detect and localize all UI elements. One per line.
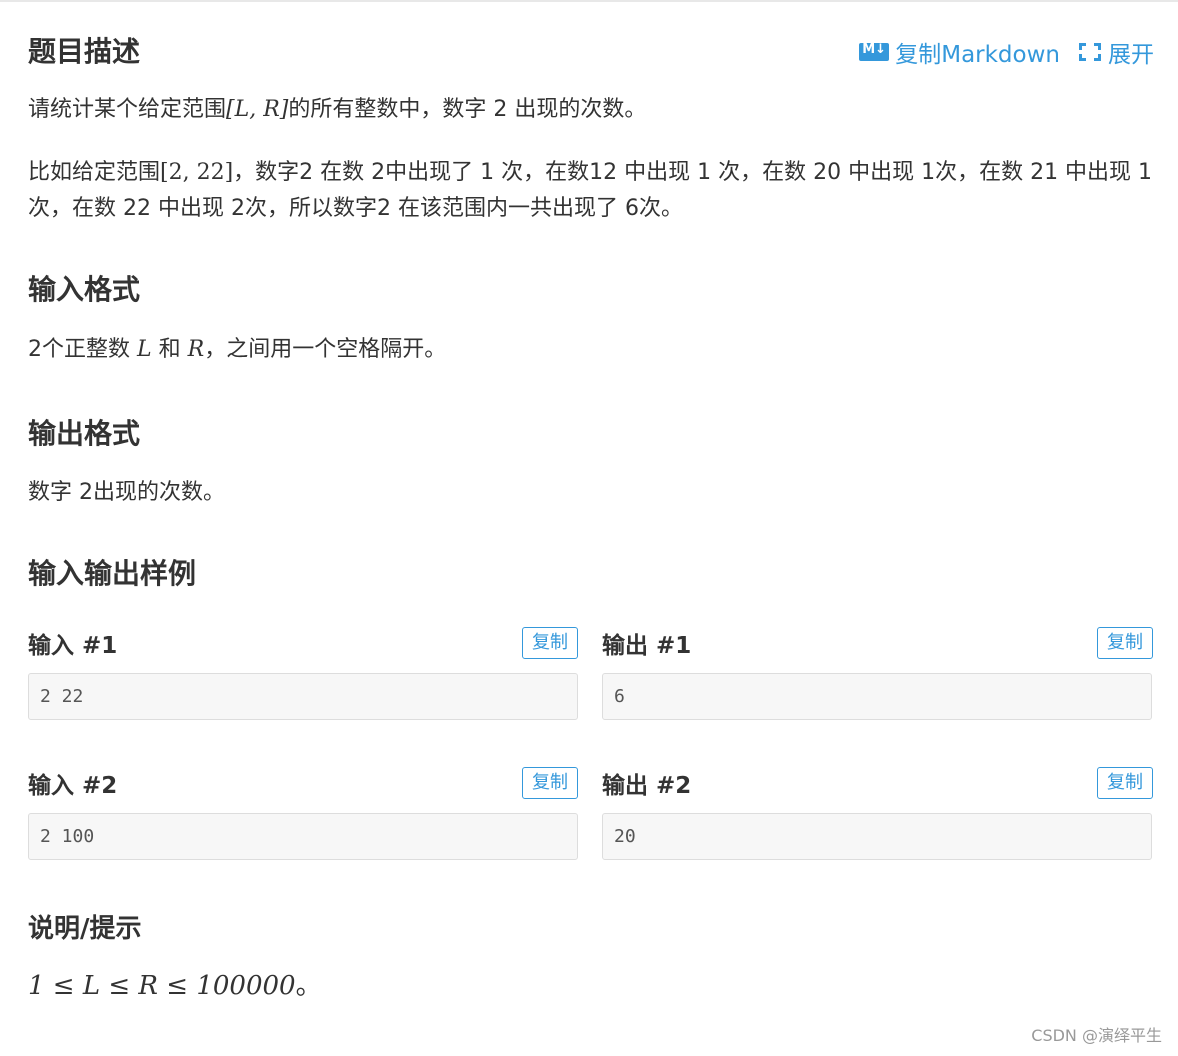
copy-input-1-button[interactable]: 复制 <box>522 627 578 659</box>
input-format-title: 输入格式 <box>28 273 141 306</box>
hint-title: 说明/提示 <box>28 914 142 944</box>
description-paragraph-2: 比如给定范围[2, 22]，数字2 在数 2中出现了 1 次，在数12 中出现 … <box>28 160 1153 221</box>
copy-input-2-button[interactable]: 复制 <box>522 767 578 799</box>
sample-output-1: 6 <box>602 673 1152 720</box>
expand-button[interactable]: 展开 <box>1078 35 1154 69</box>
markdown-icon <box>859 42 890 61</box>
samples-title: 输入输出样例 <box>28 557 197 590</box>
sample-input-label-1: 输入 #1 <box>28 633 118 659</box>
toolbar: 复制Markdown 展开 <box>859 30 1154 74</box>
description-header: 题目描述 复制Markdown 展开 <box>28 30 1154 74</box>
expand-icon <box>1078 41 1102 63</box>
csdn-watermark: CSDN @演绎平生 <box>1031 1026 1162 1045</box>
expand-label: 展开 <box>1108 42 1154 68</box>
sample-input-label-2: 输入 #2 <box>28 773 118 799</box>
sample-input-1: 2 22 <box>28 673 578 720</box>
sample-output-label-2: 输出 #2 <box>602 773 692 799</box>
description-paragraph-1: 请统计某个给定范围[L, R]的所有整数中，数字 2 出现的次数。 <box>28 97 647 122</box>
output-format-title: 输出格式 <box>28 417 141 450</box>
copy-output-1-button[interactable]: 复制 <box>1097 627 1153 659</box>
copy-output-2-button[interactable]: 复制 <box>1097 767 1153 799</box>
top-divider <box>0 0 1178 2</box>
output-format-text: 数字 2出现的次数。 <box>28 480 225 505</box>
constraint-math: 1 ≤ L ≤ R ≤ 100000 <box>28 971 296 1001</box>
copy-markdown-label: 复制Markdown <box>895 42 1060 68</box>
hint-text: 1 ≤ L ≤ R ≤ 100000。 <box>28 971 322 1001</box>
copy-markdown-button[interactable]: 复制Markdown <box>859 35 1060 69</box>
range-math: [L, R] <box>226 97 289 122</box>
sample-input-2: 2 100 <box>28 813 578 860</box>
input-format-text: 2个正整数 L 和 R，之间用一个空格隔开。 <box>28 337 447 362</box>
sample-output-2: 20 <box>602 813 1152 860</box>
problem-page: 题目描述 复制Markdown 展开 请统计某个给定范围[L, R]的所有整数中… <box>0 0 1178 1056</box>
example-range-math: [2, 22] <box>160 160 234 185</box>
sample-output-label-1: 输出 #1 <box>602 633 692 659</box>
description-title: 题目描述 <box>28 35 141 68</box>
